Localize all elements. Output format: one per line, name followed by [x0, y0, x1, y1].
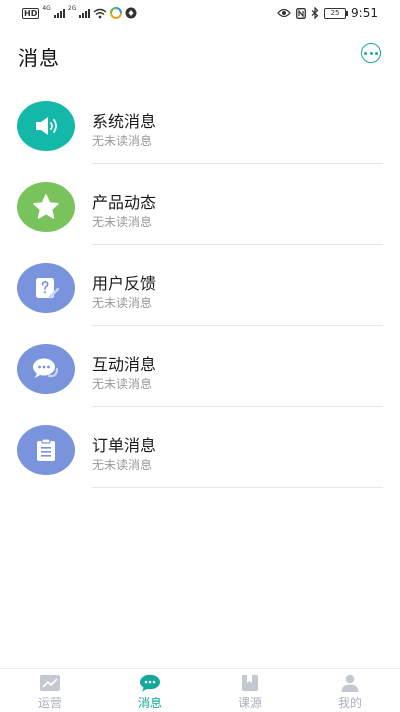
status-bar: HD 4G 2G 25 9:51	[0, 0, 400, 26]
network-4g-label: 4G	[42, 5, 51, 12]
list-item-title: 产品动态	[92, 193, 157, 212]
person-icon	[341, 674, 359, 692]
sync-icon	[125, 7, 137, 19]
list-item-system-messages[interactable]: 系统消息 无未读消息	[0, 84, 400, 165]
clipboard-icon	[17, 425, 75, 475]
list-item-subtitle: 无未读消息	[92, 296, 153, 310]
list-item-subtitle: 无未读消息	[92, 215, 153, 229]
feedback-icon	[17, 263, 75, 313]
tab-operations[interactable]: 运营	[0, 669, 100, 712]
page-title: 消息	[18, 46, 60, 70]
eye-icon	[277, 8, 291, 18]
status-right: 25 9:51	[277, 5, 378, 21]
nfc-icon	[296, 7, 306, 19]
list-item-title: 用户反馈	[92, 274, 157, 293]
more-options-button[interactable]	[361, 43, 381, 63]
list-item-order-messages[interactable]: 订单消息 无未读消息	[0, 408, 400, 489]
list-item-subtitle: 无未读消息	[92, 377, 153, 391]
tab-label: 我的	[337, 696, 362, 710]
list-item-interaction-messages[interactable]: 互动消息 无未读消息	[0, 327, 400, 408]
message-category-list: 系统消息 无未读消息 产品动态 无未读消息 用户反馈 无未读消息 互动消息 无未…	[0, 84, 400, 489]
star-icon	[17, 182, 75, 232]
tab-label: 课源	[237, 696, 262, 710]
battery-icon: 25	[324, 7, 349, 19]
divider	[92, 325, 383, 326]
tab-label: 运营	[37, 696, 62, 710]
message-icon	[140, 674, 160, 692]
book-icon	[242, 675, 258, 691]
tab-course-source[interactable]: 课源	[200, 669, 300, 712]
chart-icon	[40, 675, 60, 691]
more-dot-icon	[364, 51, 367, 55]
chat-bubble-icon	[17, 344, 75, 394]
more-dot-icon	[369, 51, 373, 55]
divider	[92, 406, 383, 407]
signal-icon	[53, 8, 65, 18]
list-item-title: 订单消息	[92, 436, 157, 455]
wifi-icon	[93, 8, 107, 18]
tab-label: 消息	[137, 696, 162, 710]
list-item-user-feedback[interactable]: 用户反馈 无未读消息	[0, 246, 400, 327]
speaker-icon	[17, 101, 75, 151]
tab-profile[interactable]: 我的	[300, 669, 400, 712]
bottom-tab-bar: 运营 消息 课源 我的	[0, 668, 400, 712]
network-2g-label: 2G	[67, 5, 77, 12]
divider	[92, 244, 383, 245]
list-item-subtitle: 无未读消息	[92, 458, 153, 472]
signal-icon	[79, 8, 91, 18]
list-item-subtitle: 无未读消息	[92, 134, 153, 148]
bluetooth-icon	[311, 7, 319, 19]
app-notification-icon	[110, 7, 123, 19]
clock: 9:51	[351, 6, 378, 20]
hd-indicator: HD	[22, 7, 40, 19]
battery-level: 25	[330, 8, 340, 17]
divider	[92, 163, 383, 164]
more-dot-icon	[375, 51, 378, 55]
status-left: HD 4G 2G	[22, 6, 137, 20]
list-item-title: 互动消息	[92, 355, 157, 374]
divider	[92, 487, 383, 488]
tab-messages[interactable]: 消息	[100, 669, 200, 712]
list-item-product-updates[interactable]: 产品动态 无未读消息	[0, 165, 400, 246]
list-item-title: 系统消息	[92, 112, 157, 131]
